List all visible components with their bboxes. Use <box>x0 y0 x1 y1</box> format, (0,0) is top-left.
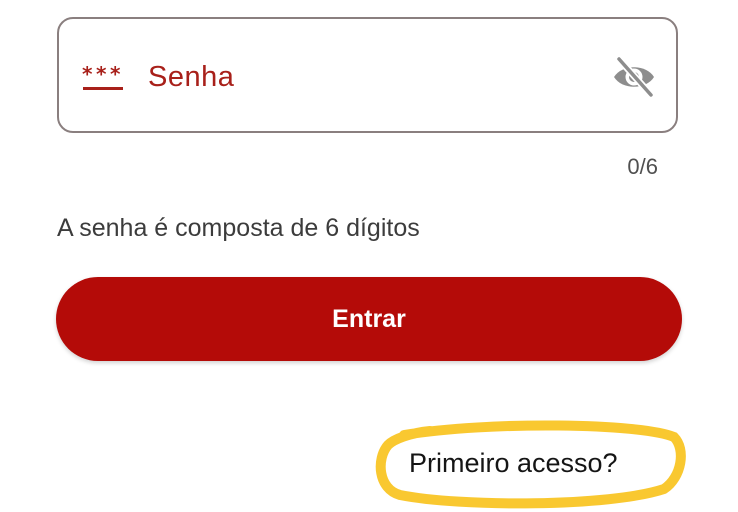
eye-off-icon[interactable] <box>611 56 657 98</box>
password-asterisks-icon: * * * <box>82 63 123 90</box>
svg-text:*: * <box>82 63 93 86</box>
password-label: Senha <box>148 61 235 93</box>
password-field[interactable]: * * * Senha <box>57 17 678 133</box>
svg-text:*: * <box>96 63 107 86</box>
character-counter: 0/6 <box>627 154 658 179</box>
enter-button[interactable]: Entrar <box>56 277 682 361</box>
login-page: * * * Senha 0/6 A senha é composta de 6 … <box>0 0 738 512</box>
first-access-link[interactable]: Primeiro acesso? <box>409 444 618 482</box>
password-helper-text: A senha é composta de 6 dígitos <box>57 214 420 242</box>
svg-text:*: * <box>110 63 121 86</box>
